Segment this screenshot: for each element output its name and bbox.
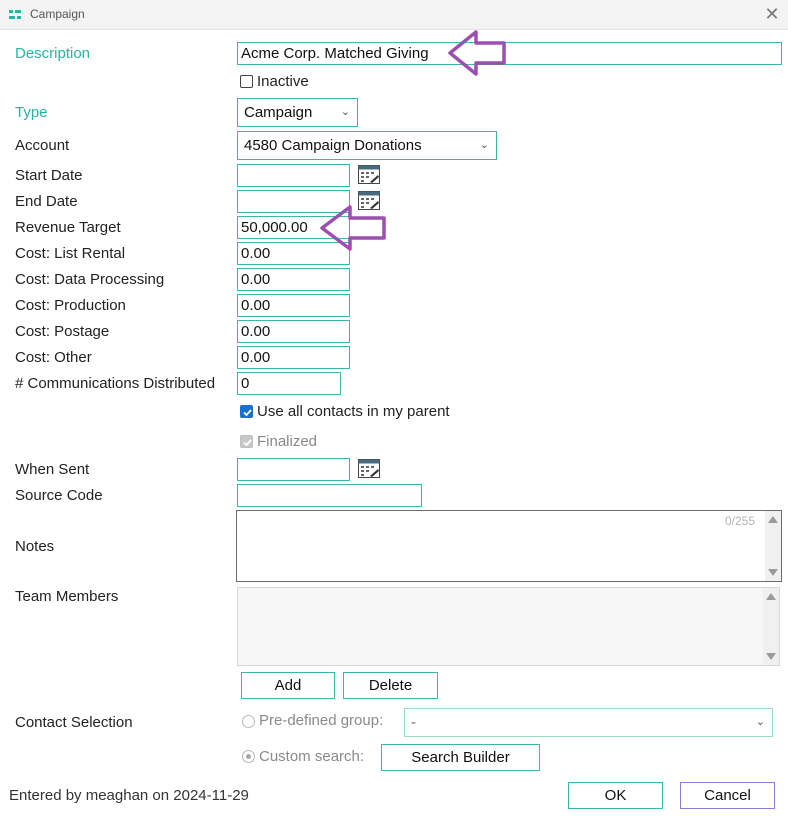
calendar-icon[interactable]	[358, 459, 380, 478]
predefined-group-select[interactable]: - ⌄	[404, 708, 773, 737]
when-sent-label: When Sent	[15, 461, 90, 478]
cost-production-input[interactable]: 0.00	[237, 294, 350, 317]
type-select-value: Campaign	[244, 104, 313, 121]
use-all-contacts-checkbox[interactable]	[240, 405, 253, 418]
checkmark-icon	[243, 439, 252, 447]
scroll-up-icon[interactable]	[766, 593, 776, 600]
chevron-down-icon: ⌄	[340, 106, 350, 118]
communications-distributed-input[interactable]: 0	[237, 372, 341, 395]
chevron-down-icon: ⌄	[479, 139, 489, 151]
cost-other-input[interactable]: 0.00	[237, 346, 350, 369]
start-date-input[interactable]	[237, 164, 350, 187]
notes-label: Notes	[15, 538, 55, 555]
predefined-group-value: -	[411, 714, 416, 731]
use-all-contacts-label: Use all contacts in my parent	[257, 403, 450, 420]
type-label: Type	[15, 104, 48, 121]
account-label: Account	[15, 137, 70, 154]
scroll-down-icon[interactable]	[766, 653, 776, 660]
source-code-input[interactable]	[237, 484, 422, 507]
communications-distributed-label: # Communications Distributed	[15, 375, 216, 392]
chevron-down-icon: ⌄	[755, 716, 765, 728]
cost-production-label: Cost: Production	[15, 297, 126, 314]
calendar-icon[interactable]	[358, 165, 380, 184]
title-bar: Campaign ✕	[0, 0, 788, 30]
annotation-arrow-icon	[320, 205, 386, 251]
team-members-scrollbar[interactable]	[763, 588, 779, 665]
entered-by-text: Entered by meaghan on 2024-11-29	[9, 787, 249, 804]
description-input[interactable]: Acme Corp. Matched Giving	[237, 42, 782, 65]
inactive-checkbox[interactable]	[240, 75, 253, 88]
ok-button[interactable]: OK	[568, 782, 663, 809]
window-title: Campaign	[30, 7, 85, 21]
account-select-value: 4580 Campaign Donations	[244, 137, 422, 154]
search-builder-button[interactable]: Search Builder	[381, 744, 540, 771]
contact-selection-label: Contact Selection	[15, 714, 133, 731]
scroll-down-icon[interactable]	[768, 569, 778, 576]
cost-postage-input[interactable]: 0.00	[237, 320, 350, 343]
end-date-label: End Date	[15, 193, 78, 210]
scroll-up-icon[interactable]	[768, 516, 778, 523]
cost-list-rental-label: Cost: List Rental	[15, 245, 126, 262]
inactive-label: Inactive	[257, 73, 309, 90]
custom-search-label: Custom search:	[259, 748, 365, 765]
campaign-app-icon	[9, 10, 21, 19]
delete-team-member-button[interactable]: Delete	[343, 672, 438, 699]
notes-scrollbar[interactable]	[765, 511, 781, 581]
finalized-label: Finalized	[257, 433, 318, 450]
predefined-group-radio[interactable]	[242, 715, 255, 728]
cost-data-processing-input[interactable]: 0.00	[237, 268, 350, 291]
finalized-checkbox[interactable]	[240, 435, 253, 448]
cost-postage-label: Cost: Postage	[15, 323, 110, 340]
description-label: Description	[15, 45, 91, 62]
add-team-member-button[interactable]: Add	[241, 672, 335, 699]
account-select[interactable]: 4580 Campaign Donations ⌄	[237, 131, 497, 160]
cost-other-label: Cost: Other	[15, 349, 92, 366]
custom-search-radio[interactable]	[242, 750, 255, 763]
cost-data-processing-label: Cost: Data Processing	[15, 271, 165, 288]
source-code-label: Source Code	[15, 487, 103, 504]
predefined-group-label: Pre-defined group:	[259, 712, 384, 729]
team-members-list[interactable]	[237, 587, 780, 666]
annotation-arrow-icon	[448, 30, 506, 76]
cancel-button[interactable]: Cancel	[680, 782, 775, 809]
notes-textarea[interactable]: 0/255	[236, 510, 782, 582]
checkmark-icon	[243, 409, 252, 417]
type-select[interactable]: Campaign ⌄	[237, 98, 358, 127]
team-members-label: Team Members	[15, 588, 119, 605]
start-date-label: Start Date	[15, 167, 83, 184]
revenue-target-label: Revenue Target	[15, 219, 121, 236]
when-sent-input[interactable]	[237, 458, 350, 481]
close-icon[interactable]: ✕	[762, 4, 782, 24]
notes-char-counter: 0/255	[724, 514, 755, 528]
